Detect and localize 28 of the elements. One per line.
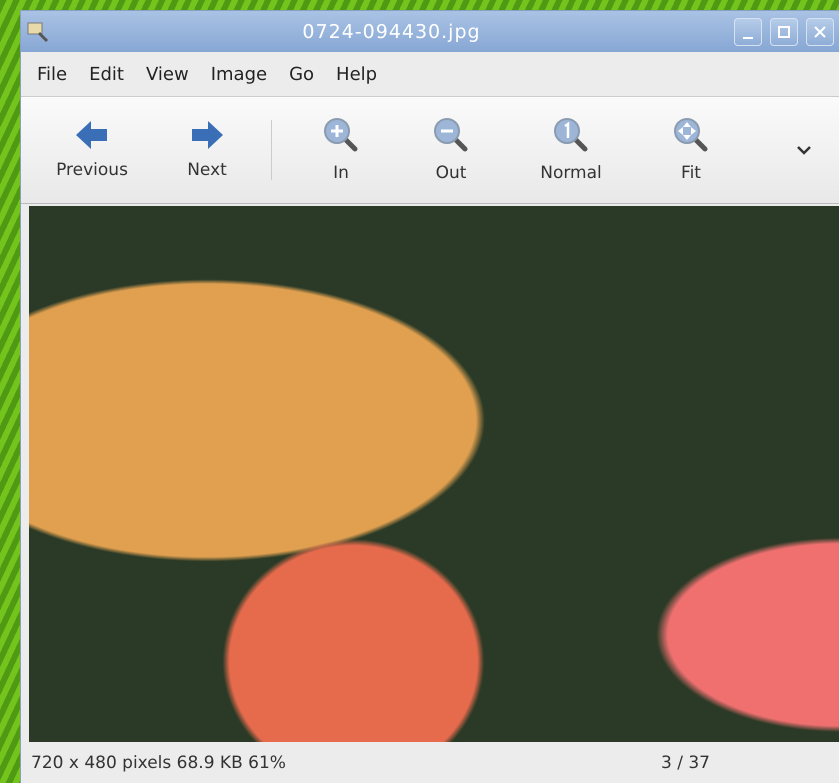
close-icon bbox=[814, 26, 826, 38]
menu-item[interactable]: Image bbox=[202, 60, 276, 88]
zoom-out-icon bbox=[433, 117, 469, 153]
left-arrow-icon bbox=[75, 120, 109, 150]
maximize-button[interactable] bbox=[770, 18, 798, 46]
zoom-fit-icon bbox=[673, 117, 709, 153]
menu-item[interactable]: Go bbox=[281, 60, 322, 88]
previous-button[interactable]: Previous bbox=[27, 120, 157, 180]
zoom-button[interactable]: In bbox=[286, 117, 396, 183]
zoom-button[interactable]: Out bbox=[396, 117, 506, 183]
menu-item[interactable]: File bbox=[29, 60, 76, 88]
close-button[interactable] bbox=[806, 18, 834, 46]
zoom-normal-icon bbox=[553, 117, 589, 153]
image-info: 720 x 480 pixels 68.9 KB 61% bbox=[31, 753, 287, 773]
minimize-button[interactable] bbox=[734, 18, 762, 46]
zoom-button[interactable]: Fit bbox=[636, 117, 746, 183]
zoom-in-icon bbox=[323, 117, 359, 153]
image-position: 3 / 37 bbox=[661, 753, 710, 773]
next-button[interactable]: Next bbox=[157, 120, 257, 180]
menu-item[interactable]: Help bbox=[328, 60, 386, 88]
menu-item[interactable]: Edit bbox=[81, 60, 132, 88]
right-arrow-icon bbox=[190, 120, 224, 150]
minimize-icon bbox=[743, 36, 753, 38]
menu-item[interactable]: View bbox=[138, 60, 197, 88]
zoom-button[interactable]: Normal bbox=[506, 117, 636, 183]
window-title: 0724-094430.jpg bbox=[301, 20, 482, 42]
maximize-icon bbox=[778, 26, 790, 38]
chevron-down-icon bbox=[796, 145, 812, 155]
